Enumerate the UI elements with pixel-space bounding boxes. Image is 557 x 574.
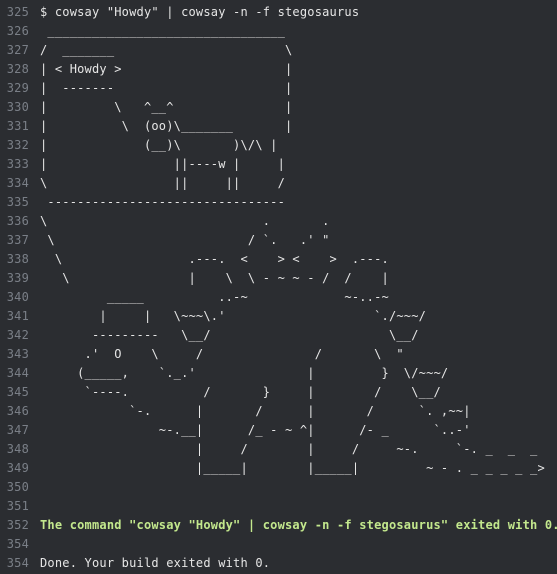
- log-line: 348 | / | / ~-. `-. _ _ _: [0, 440, 557, 459]
- log-line: 331 | \ (oo)\_______ |: [0, 117, 557, 136]
- line-text: ________________________________: [40, 24, 286, 38]
- line-number[interactable]: 339: [0, 269, 29, 288]
- log-line: 326 ________________________________: [0, 22, 557, 41]
- line-number[interactable]: 341: [0, 307, 29, 326]
- line-number[interactable]: 331: [0, 117, 29, 136]
- log-line: 350: [0, 478, 557, 497]
- log-line: 342 --------- \__/ \__/: [0, 326, 557, 345]
- line-number[interactable]: 327: [0, 41, 29, 60]
- log-line: 337 \ / `. .' ": [0, 231, 557, 250]
- line-number[interactable]: 344: [0, 364, 29, 383]
- line-text: $ cowsay "Howdy" | cowsay -n -f stegosau…: [40, 5, 360, 19]
- log-line: 328 | < Howdy > |: [0, 60, 557, 79]
- log-line: 351: [0, 497, 557, 516]
- log-line: 336 \ . .: [0, 212, 557, 231]
- line-number[interactable]: 345: [0, 383, 29, 402]
- line-text: .' O \ / / \ ": [40, 347, 404, 361]
- line-number[interactable]: 338: [0, 250, 29, 269]
- log-line: 332 | (__)\ )\/\ |: [0, 136, 557, 155]
- log-line: 329 | ------- |: [0, 79, 557, 98]
- line-number[interactable]: 346: [0, 402, 29, 421]
- line-text: | (__)\ )\/\ |: [40, 138, 278, 152]
- line-text: `-. | / | / `. ,~~|: [40, 404, 471, 418]
- log-line: 343 .' O \ / / \ ": [0, 345, 557, 364]
- line-number[interactable]: 352: [0, 516, 29, 535]
- line-number[interactable]: 333: [0, 155, 29, 174]
- log-line: 325 $ cowsay "Howdy" | cowsay -n -f stego…: [0, 3, 557, 22]
- log-line: 340 _____ ..-~ ~-..-~: [0, 288, 557, 307]
- build-log: 325 $ cowsay "Howdy" | cowsay -n -f stego…: [0, 0, 557, 574]
- line-text: | ||----w | |: [40, 157, 286, 171]
- log-line: 338 \ .---. < > < > .---.: [0, 250, 557, 269]
- line-number[interactable]: 347: [0, 421, 29, 440]
- log-line: 347 ~-.__| /_ - ~ ^| /- _ `..-': [0, 421, 557, 440]
- line-number[interactable]: 350: [0, 478, 29, 497]
- log-line: 349 |_____| |_____| ~ - . _ _ _ _ _>: [0, 459, 557, 478]
- line-number[interactable]: 335: [0, 193, 29, 212]
- line-number[interactable]: 329: [0, 79, 29, 98]
- line-text: (_____, `._.' | } \/~~~/: [40, 366, 449, 380]
- line-number[interactable]: 342: [0, 326, 29, 345]
- log-line: 335 --------------------------------: [0, 193, 557, 212]
- line-number[interactable]: 334: [0, 174, 29, 193]
- line-number[interactable]: 336: [0, 212, 29, 231]
- line-number[interactable]: 326: [0, 22, 29, 41]
- log-line: 346 `-. | / | / `. ,~~|: [0, 402, 557, 421]
- line-number[interactable]: 332: [0, 136, 29, 155]
- log-line: 354 Done. Your build exited with 0.: [0, 554, 557, 573]
- log-line: 344 (_____, `._.' | } \/~~~/: [0, 364, 557, 383]
- log-line: 339 \ | \ \ - ~ ~ - / / |: [0, 269, 557, 288]
- line-number[interactable]: 330: [0, 98, 29, 117]
- log-line: 327 / _______ \: [0, 41, 557, 60]
- line-text: | ------- |: [40, 81, 293, 95]
- line-number[interactable]: 354: [0, 535, 29, 554]
- line-text: \ / `. .' ": [40, 233, 330, 247]
- exit-status-message: The command "cowsay "Howdy" | cowsay -n …: [40, 518, 557, 532]
- line-text: \ .---. < > < > .---.: [40, 252, 389, 266]
- line-text: --------------------------------: [40, 195, 286, 209]
- line-text: \ | \ \ - ~ ~ - / / |: [40, 271, 389, 285]
- line-number[interactable]: 337: [0, 231, 29, 250]
- log-line: 354: [0, 535, 557, 554]
- line-text: _____ ..-~ ~-..-~: [40, 290, 389, 304]
- line-number[interactable]: 348: [0, 440, 29, 459]
- line-text: | / | / ~-. `-. _ _ _: [40, 442, 538, 456]
- line-number[interactable]: 343: [0, 345, 29, 364]
- log-line: 341 | | \~~~\.' `./~~~/: [0, 307, 557, 326]
- line-text: | \ (oo)\_______ |: [40, 119, 293, 133]
- line-text: --------- \__/ \__/: [40, 328, 419, 342]
- line-text: |_____| |_____| ~ - . _ _ _ _ _>: [40, 461, 545, 475]
- line-number[interactable]: 328: [0, 60, 29, 79]
- line-number[interactable]: 349: [0, 459, 29, 478]
- log-line: 333 | ||----w | |: [0, 155, 557, 174]
- line-number[interactable]: 325: [0, 3, 29, 22]
- log-line: 330 | \ ^__^ |: [0, 98, 557, 117]
- log-line: 334 \ || || /: [0, 174, 557, 193]
- line-number[interactable]: 354: [0, 554, 29, 573]
- log-line-success: 352 The command "cowsay "Howdy" | cowsay …: [0, 516, 557, 535]
- line-text: / _______ \: [40, 43, 293, 57]
- line-number[interactable]: 340: [0, 288, 29, 307]
- line-number[interactable]: 351: [0, 497, 29, 516]
- line-text: | | \~~~\.' `./~~~/: [40, 309, 427, 323]
- line-text: | \ ^__^ |: [40, 100, 293, 114]
- line-text: | < Howdy > |: [40, 62, 293, 76]
- build-done-message: Done. Your build exited with 0.: [40, 556, 271, 570]
- line-text: `----. / } | / \__/: [40, 385, 441, 399]
- line-text: \ || || /: [40, 176, 286, 190]
- line-text: \ . .: [40, 214, 330, 228]
- line-text: ~-.__| /_ - ~ ^| /- _ `..-': [40, 423, 471, 437]
- log-line: 345 `----. / } | / \__/: [0, 383, 557, 402]
